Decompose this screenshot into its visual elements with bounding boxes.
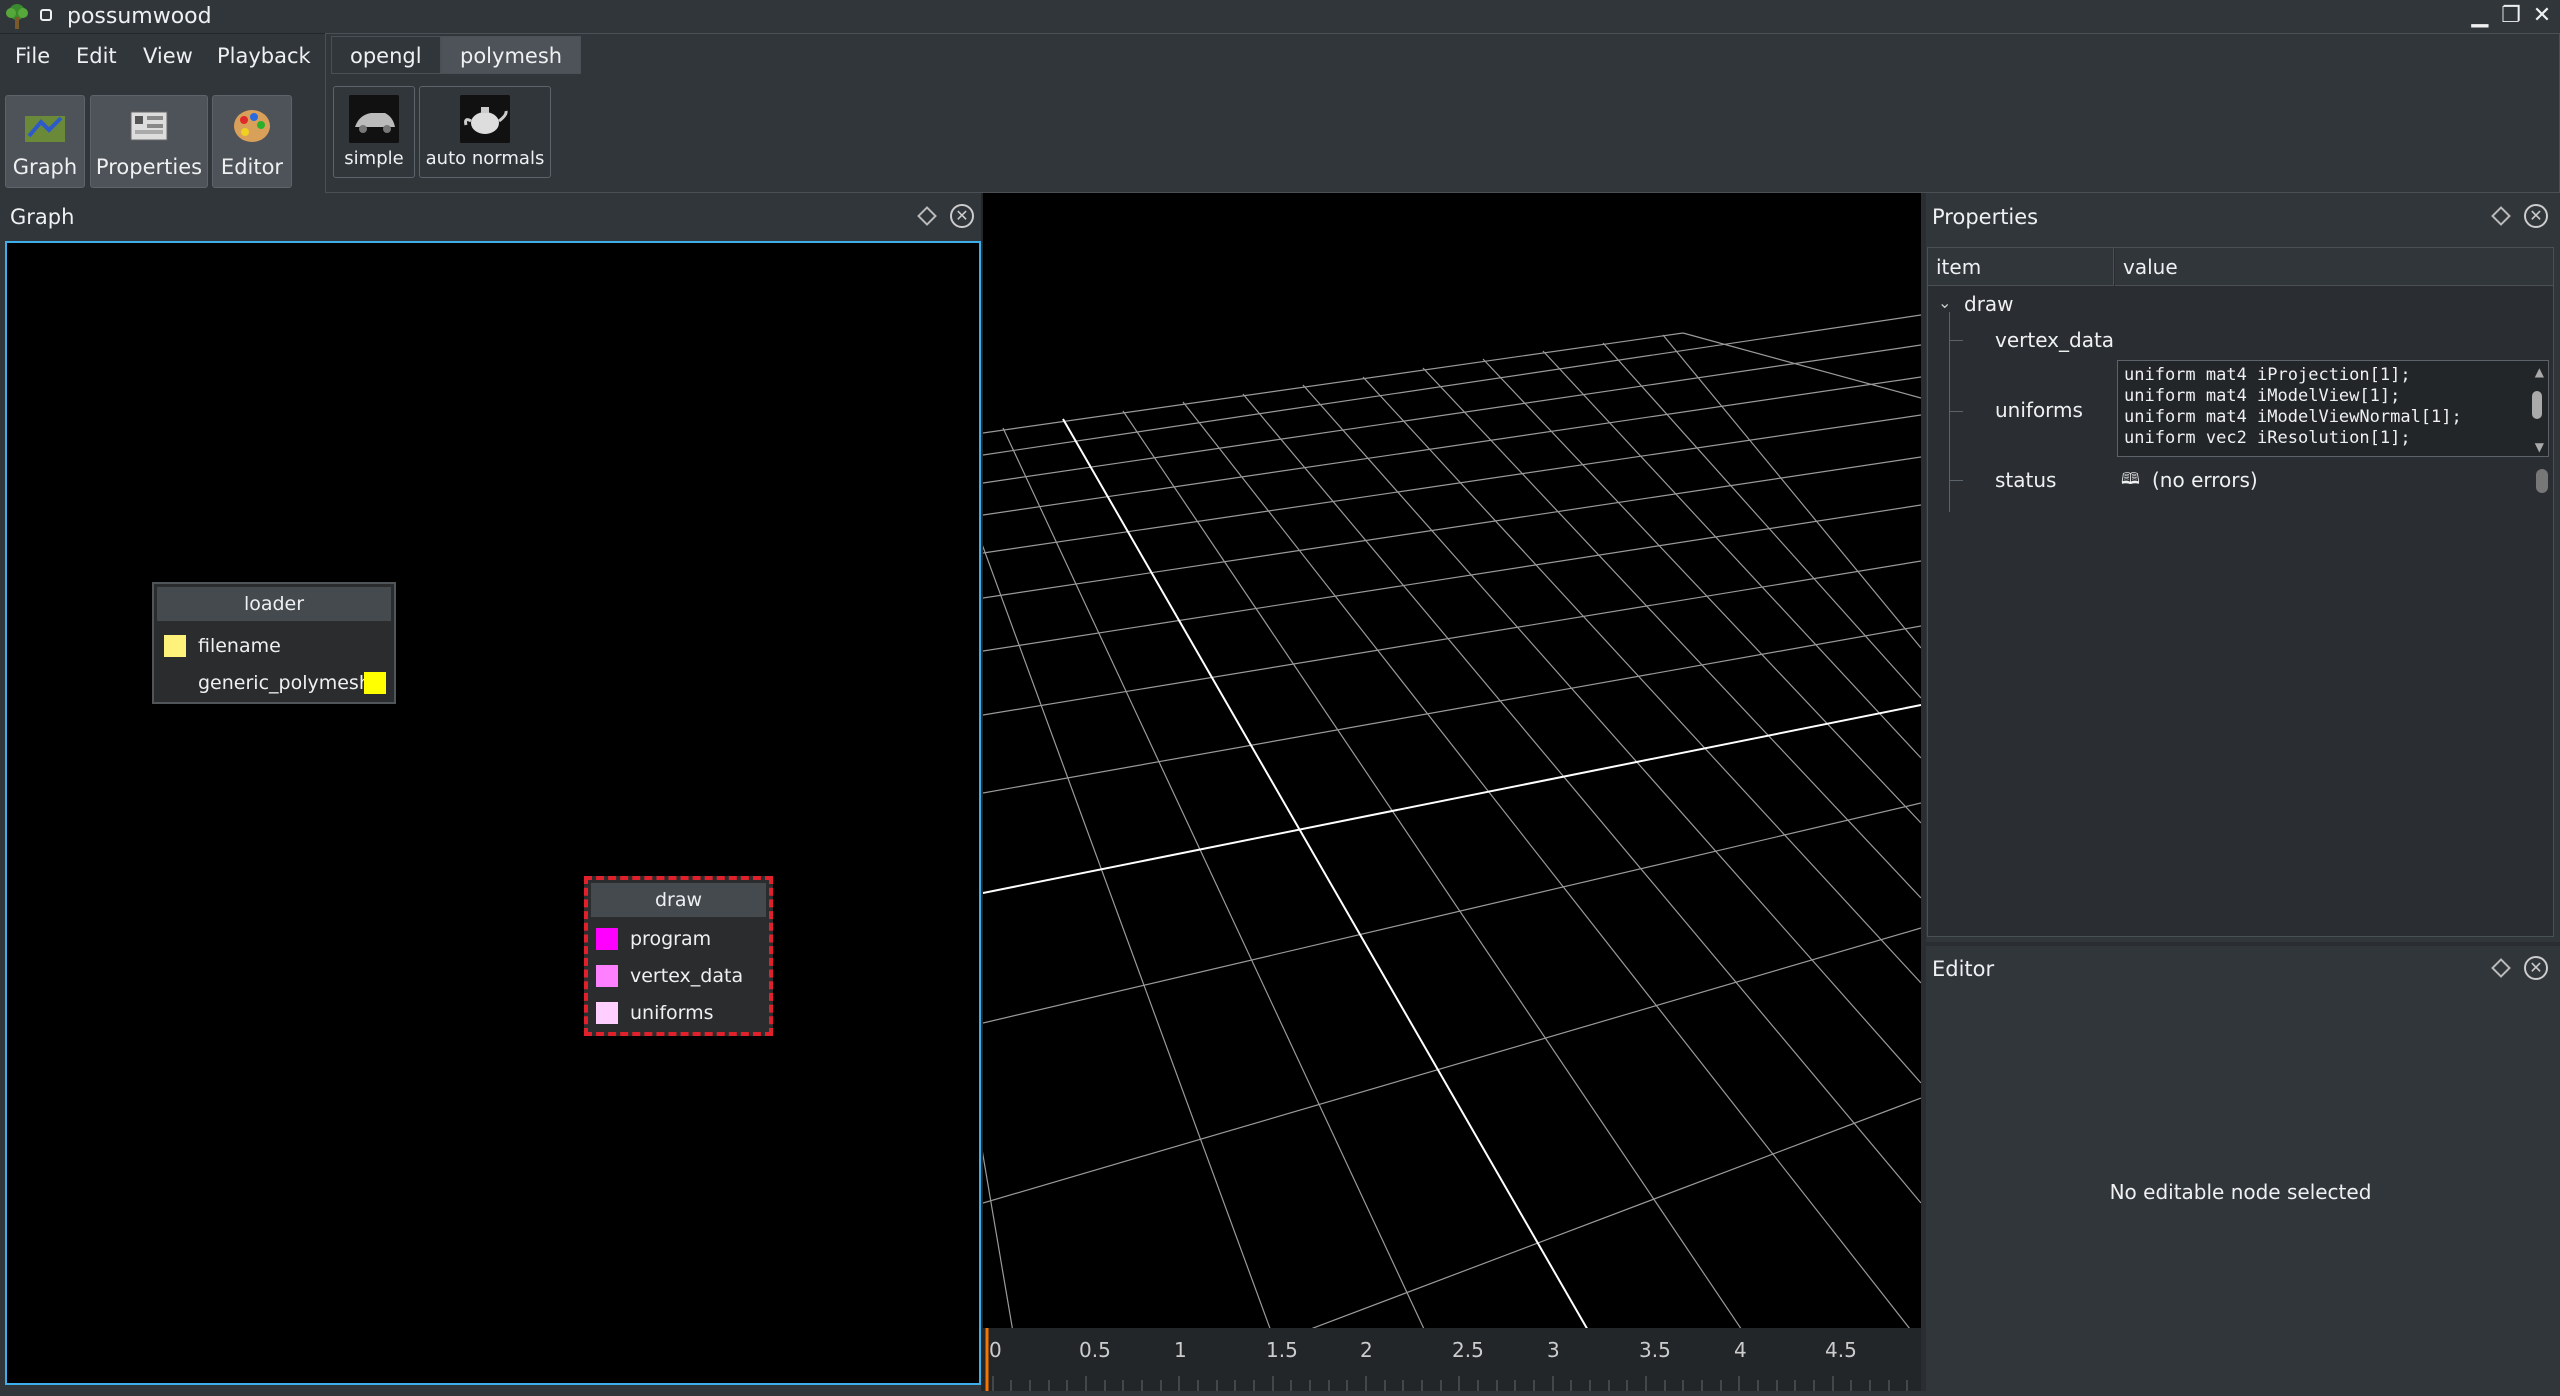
port-label: vertex_data [630, 965, 744, 987]
node-loader[interactable]: loader filename generic_polymesh [152, 582, 396, 704]
possum-tree-icon [6, 4, 28, 29]
timeline-label: 3.5 [1639, 1338, 1671, 1362]
3d-viewport[interactable] [782, 193, 1922, 1396]
editor-icon [234, 110, 270, 142]
menu-view[interactable]: View [143, 41, 193, 71]
column-header-value[interactable]: value [2115, 248, 2553, 286]
property-vertex-data[interactable]: vertex_data [1995, 328, 2114, 352]
properties-tree[interactable]: item value ⌄ draw vertex_data uniforms s… [1927, 247, 2554, 937]
tree-branch-line [1949, 480, 1963, 481]
timeline[interactable]: 0 0.5 1 1.5 2 2.5 3 3.5 4 4.5 [983, 1328, 1921, 1391]
property-status[interactable]: status [1995, 468, 2056, 492]
car-icon [349, 95, 399, 143]
status-scrollbar[interactable] [2536, 469, 2548, 493]
close-panel-icon[interactable]: ✕ [2524, 956, 2548, 980]
properties-toolbar-button[interactable]: Properties [90, 95, 208, 188]
tab-polymesh[interactable]: polymesh [441, 36, 582, 74]
close-icon[interactable]: ✕ [2527, 2, 2557, 30]
shelf-simple-button[interactable]: simple [333, 86, 415, 178]
node-title: draw [591, 883, 766, 917]
close-panel-icon[interactable]: ✕ [2524, 204, 2548, 228]
properties-panel-title: Properties [1932, 205, 2039, 229]
graph-panel-title: Graph [10, 205, 75, 229]
timeline-label: 4 [1734, 1338, 1747, 1362]
tree-branch-line [1949, 340, 1963, 341]
timeline-label: 1 [1174, 1338, 1187, 1362]
menu-file[interactable]: File [15, 41, 50, 71]
column-header-item[interactable]: item [1928, 248, 2114, 286]
port-label: program [630, 928, 712, 950]
editor-button-label: Editor [220, 155, 284, 179]
input-port[interactable] [596, 928, 618, 950]
input-port[interactable] [596, 1002, 618, 1024]
timeline-label: 2.5 [1452, 1338, 1484, 1362]
title-bar [0, 0, 2560, 34]
graph-toolbar-button[interactable]: Graph [5, 95, 85, 188]
splitter[interactable] [1926, 942, 2560, 946]
shelf-auto-normals-button[interactable]: auto normals [419, 86, 551, 178]
maximize-icon[interactable]: ❐ [2496, 2, 2526, 30]
input-port[interactable] [596, 965, 618, 987]
uniforms-text-field[interactable]: uniform mat4 iProjection[1]; uniform mat… [2117, 360, 2549, 457]
status-icon: 🕮 [2121, 469, 2140, 488]
window-menu-icon[interactable] [40, 9, 52, 21]
output-port[interactable] [364, 672, 386, 694]
port-row: filename [154, 629, 394, 663]
node-draw[interactable]: draw program vertex_data uniforms [584, 876, 773, 1036]
timeline-label: 0 [989, 1338, 1002, 1362]
menu-edit[interactable]: Edit [76, 41, 117, 71]
teapot-icon [460, 95, 510, 143]
port-label: filename [198, 635, 281, 657]
tree-branch-line [1949, 411, 1963, 412]
chevron-down-icon[interactable]: ⌄ [1938, 293, 1951, 312]
port-row: program [588, 922, 769, 956]
ground-grid [782, 314, 1922, 1396]
editor-area: No editable node selected [1927, 980, 2554, 1385]
timeline-label: 4.5 [1825, 1338, 1857, 1362]
status-value: (no errors) [2152, 468, 2258, 492]
scroll-down-icon[interactable]: ▼ [2535, 440, 2544, 454]
properties-button-label: Properties [95, 155, 203, 179]
input-port[interactable] [164, 635, 186, 657]
properties-icon [130, 111, 168, 141]
port-row: uniforms [588, 996, 769, 1030]
editor-toolbar-button[interactable]: Editor [212, 95, 292, 188]
window-title: possumwood [67, 4, 212, 29]
tree-root-draw[interactable]: draw [1964, 292, 2014, 316]
graph-icon [25, 116, 65, 142]
graph-button-label: Graph [12, 155, 78, 179]
shelf-auto-normals-label: auto normals [425, 148, 545, 169]
tab-opengl[interactable]: opengl [331, 36, 441, 74]
timeline-label: 2 [1360, 1338, 1373, 1362]
uniforms-text[interactable]: uniform mat4 iProjection[1]; uniform mat… [2118, 361, 2548, 453]
node-title: loader [157, 587, 391, 621]
menu-playback[interactable]: Playback [217, 41, 311, 71]
minimize-icon[interactable]: ▁ [2465, 2, 2495, 30]
timeline-label: 0.5 [1079, 1338, 1111, 1362]
timeline-label: 3 [1547, 1338, 1560, 1362]
close-panel-icon[interactable]: ✕ [950, 204, 974, 228]
graph-canvas[interactable] [5, 241, 981, 1385]
tree-branch-line [1949, 312, 1950, 512]
port-row: generic_polymesh [154, 666, 394, 700]
splitter[interactable] [981, 193, 983, 1391]
port-label: generic_polymesh [198, 672, 371, 694]
port-row: vertex_data [588, 959, 769, 993]
timeline-label: 1.5 [1266, 1338, 1298, 1362]
shelf-area [325, 33, 2560, 193]
editor-empty-message: No editable node selected [2109, 1180, 2372, 1204]
scroll-up-icon[interactable]: ▲ [2535, 365, 2544, 379]
shelf-simple-label: simple [344, 148, 404, 169]
property-uniforms[interactable]: uniforms [1995, 398, 2083, 422]
splitter[interactable] [1921, 193, 1926, 1391]
scrollbar-handle[interactable] [2532, 391, 2542, 419]
port-label: uniforms [630, 1002, 714, 1024]
